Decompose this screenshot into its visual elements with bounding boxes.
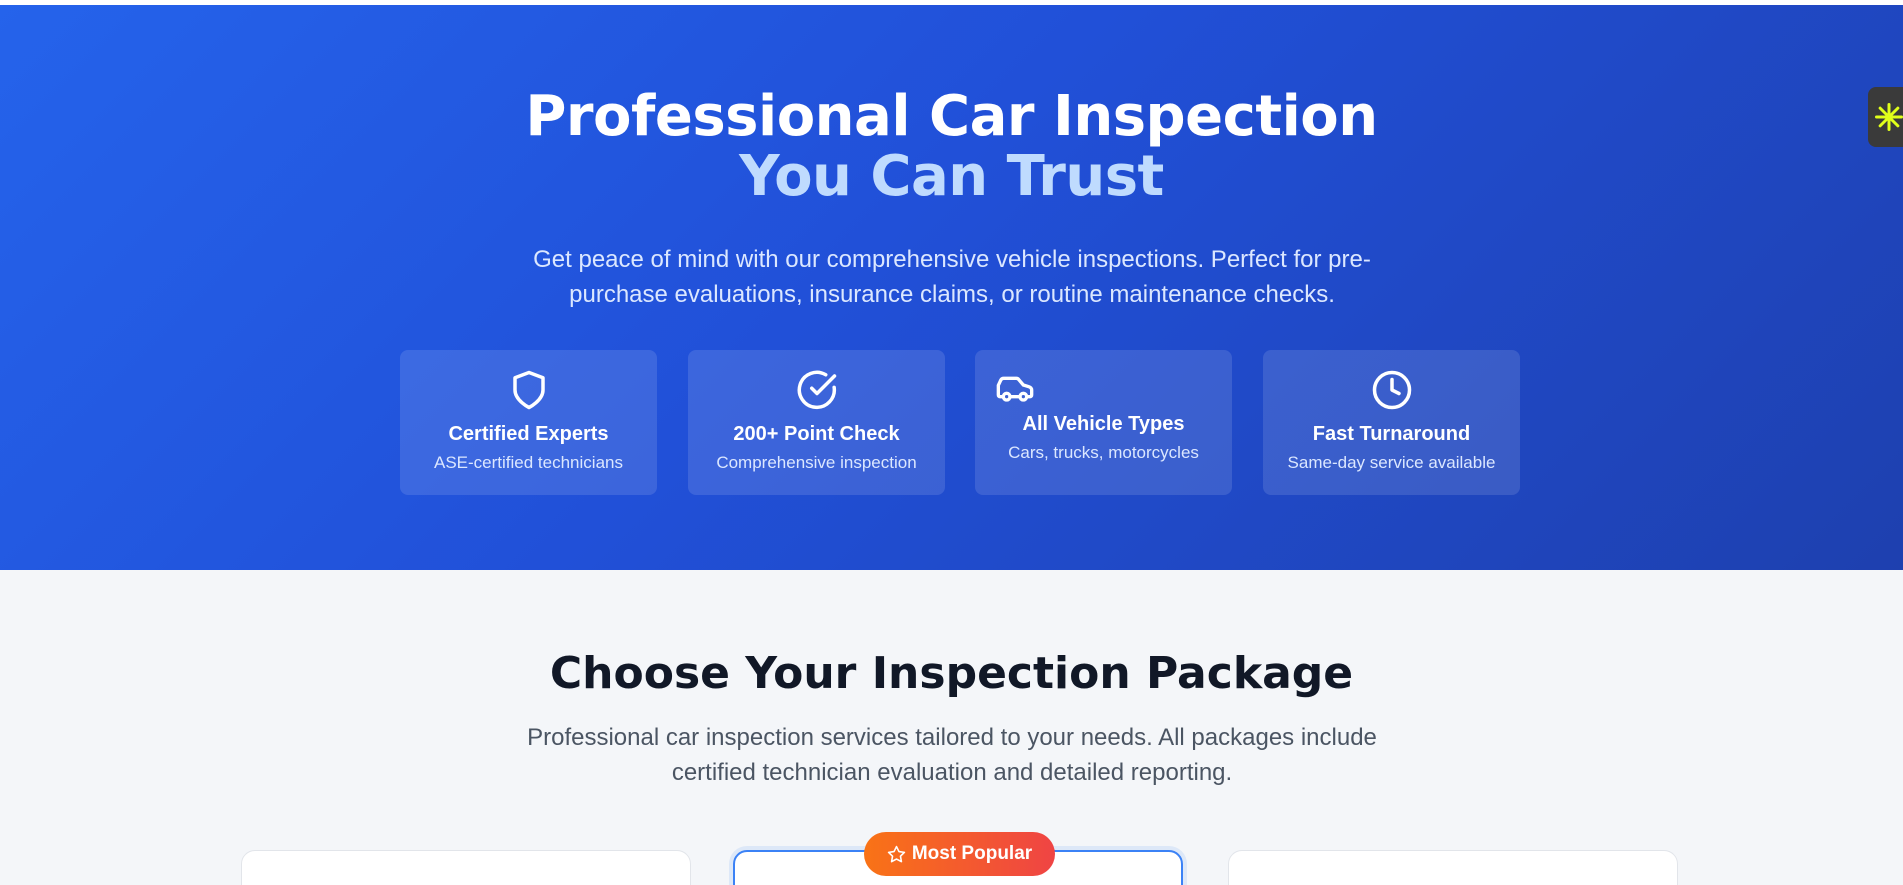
asterisk-burst-icon xyxy=(1875,103,1903,131)
floating-widget-button[interactable] xyxy=(1868,87,1903,147)
clock-icon xyxy=(1372,370,1411,410)
feature-subtitle: ASE-certified technicians xyxy=(434,453,623,472)
star-icon xyxy=(887,845,906,862)
feature-card-vehicle-types: All Vehicle Types Cars, trucks, motorcyc… xyxy=(975,350,1232,495)
feature-subtitle: Same-day service available xyxy=(1287,453,1496,472)
feature-title: Fast Turnaround xyxy=(1312,423,1471,445)
shield-icon xyxy=(512,370,545,410)
packages-subtitle: Professional car inspection services tai… xyxy=(527,724,1377,786)
car-icon xyxy=(996,376,1034,402)
feature-title: All Vehicle Types xyxy=(1022,413,1185,435)
package-card-premium[interactable] xyxy=(1228,850,1678,885)
check-circle-icon xyxy=(797,370,836,410)
most-popular-badge: Most Popular xyxy=(864,832,1055,876)
badge-label: Most Popular xyxy=(911,843,1033,864)
feature-card-point-check: 200+ Point Check Comprehensive inspectio… xyxy=(688,350,945,495)
hero-title: Professional Car Inspection xyxy=(525,84,1378,149)
feature-title: 200+ Point Check xyxy=(733,423,900,445)
feature-card-certified: Certified Experts ASE-certified technici… xyxy=(400,350,657,495)
feature-title: Certified Experts xyxy=(448,423,609,445)
hero-subtitle: Get peace of mind with our comprehensive… xyxy=(533,246,1371,308)
feature-card-turnaround: Fast Turnaround Same-day service availab… xyxy=(1263,350,1520,495)
hero-section: Professional Car Inspection You Can Trus… xyxy=(0,5,1903,570)
feature-subtitle: Cars, trucks, motorcycles xyxy=(1008,443,1199,462)
hero-title-accent: You Can Trust xyxy=(739,144,1164,209)
packages-title: Choose Your Inspection Package xyxy=(549,648,1354,699)
package-card-basic[interactable] xyxy=(241,850,691,885)
feature-subtitle: Comprehensive inspection xyxy=(716,453,917,472)
